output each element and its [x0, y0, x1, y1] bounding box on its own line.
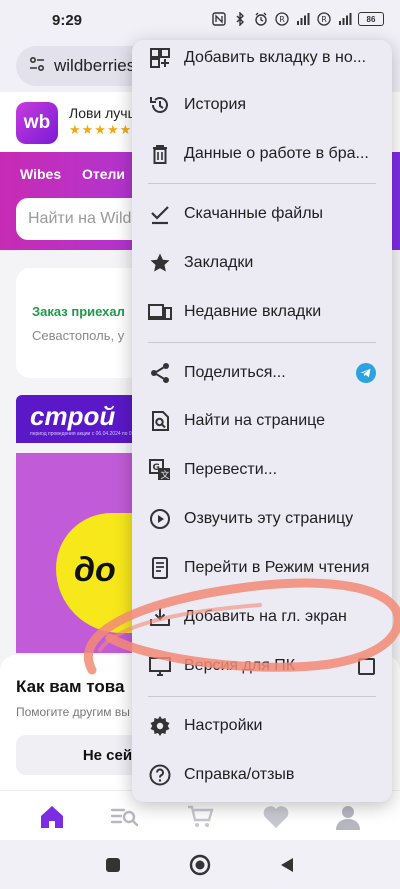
gear-icon — [148, 714, 172, 738]
nav-link-hotels[interactable]: Отели — [82, 166, 125, 182]
history-icon — [148, 93, 172, 117]
devices-icon — [148, 300, 172, 324]
nfc-icon — [211, 11, 227, 27]
menu-label-translate: Перевести... — [184, 461, 278, 478]
menu-item-bookmarks[interactable]: Закладки — [132, 239, 392, 287]
menu-item-reader-mode[interactable]: Перейти в Режим чтения — [132, 544, 392, 592]
heart-icon[interactable] — [262, 803, 290, 831]
promo-word-2: до — [74, 551, 116, 589]
status-time: 9:29 — [52, 12, 83, 29]
add-tab-icon — [148, 46, 172, 70]
download-check-icon — [148, 202, 172, 226]
menu-label-add-home: Добавить на гл. экран — [184, 608, 347, 625]
menu-item-clear-data[interactable]: Данные о работе в бра... — [132, 130, 392, 178]
menu-item-downloads[interactable]: Скачанные файлы — [132, 190, 392, 238]
registered-icon: R — [274, 11, 290, 27]
menu-label-clear-data: Данные о работе в бра... — [184, 145, 369, 162]
menu-item-add-tab[interactable]: Добавить вкладку в но... — [132, 40, 392, 82]
url-text: wildberries. — [54, 56, 140, 75]
home-button-icon[interactable] — [189, 854, 211, 876]
browser-overflow-menu: Добавить вкладку в но... История Данные … — [132, 40, 392, 802]
menu-label-history: История — [184, 96, 247, 113]
menu-label-add-tab: Добавить вкладку в но... — [184, 49, 367, 66]
menu-item-settings[interactable]: Настройки — [132, 702, 392, 750]
menu-item-help[interactable]: Справка/отзыв — [132, 751, 392, 799]
trash-icon — [148, 142, 172, 166]
menu-label-help: Справка/отзыв — [184, 766, 295, 783]
telegram-icon[interactable] — [356, 363, 376, 383]
profile-icon[interactable] — [334, 803, 362, 831]
order-subtitle: Севастополь, у — [32, 328, 125, 343]
menu-label-recent-tabs: Недавние вкладки — [184, 303, 322, 320]
back-button-icon[interactable] — [276, 854, 298, 876]
menu-divider — [148, 342, 376, 343]
menu-divider — [148, 183, 376, 184]
alarm-icon — [253, 11, 269, 27]
menu-item-find[interactable]: Найти на странице — [132, 397, 392, 445]
menu-label-bookmarks: Закладки — [184, 254, 254, 271]
share-icon — [148, 361, 172, 385]
menu-item-recent-tabs[interactable]: Недавние вкладки — [132, 288, 392, 336]
monitor-icon — [148, 654, 172, 678]
recents-button-icon[interactable] — [102, 854, 124, 876]
svg-text:R: R — [321, 15, 327, 24]
system-nav-bar — [0, 840, 400, 889]
translate-icon: G文 — [148, 458, 172, 482]
menu-label-read-aloud: Озвучить эту страницу — [184, 510, 354, 527]
bluetooth-icon — [232, 11, 248, 27]
menu-divider — [148, 696, 376, 697]
desktop-checkbox[interactable] — [356, 656, 376, 676]
menu-label-settings: Настройки — [184, 717, 263, 734]
status-icons: R R 86 — [211, 11, 384, 27]
find-in-page-icon — [148, 409, 172, 433]
menu-item-read-aloud[interactable]: Озвучить эту страницу — [132, 495, 392, 543]
signal-icon — [295, 11, 311, 27]
svg-text:R: R — [279, 15, 285, 24]
rate-subtitle: Помогите другим вы — [16, 705, 130, 719]
order-title: Заказ приехал — [32, 304, 125, 319]
menu-label-reader-mode: Перейти в Режим чтения — [184, 559, 370, 576]
nav-link-wibes[interactable]: Wibes — [20, 166, 61, 182]
signal-4g-icon — [337, 11, 353, 27]
menu-item-desktop[interactable]: Версия для ПК — [132, 642, 392, 690]
battery-icon: 86 — [358, 12, 384, 26]
menu-item-add-home[interactable]: Добавить на гл. экран — [132, 593, 392, 641]
play-circle-icon — [148, 507, 172, 531]
menu-label-find: Найти на странице — [184, 412, 326, 429]
menu-item-translate[interactable]: G文 Перевести... — [132, 446, 392, 494]
help-icon — [148, 763, 172, 787]
menu-label-share: Поделиться... — [184, 364, 286, 381]
menu-item-history[interactable]: История — [132, 81, 392, 129]
rating-stars: ★★★★★ — [69, 122, 133, 137]
catalog-search-icon[interactable] — [110, 803, 138, 831]
promo-word: строй — [30, 401, 116, 431]
registered-icon: R — [316, 11, 332, 27]
star-icon — [148, 251, 172, 275]
status-bar: 9:29 R R 86 — [0, 0, 400, 40]
svg-text:文: 文 — [161, 469, 170, 481]
wb-logo[interactable]: wb — [16, 102, 58, 144]
menu-label-desktop: Версия для ПК — [184, 657, 296, 674]
menu-item-share[interactable]: Поделиться... — [132, 349, 392, 397]
cart-icon[interactable] — [186, 803, 214, 831]
home-icon[interactable] — [38, 803, 66, 831]
rate-title: Как вам това — [16, 677, 125, 696]
reader-mode-icon — [148, 556, 172, 580]
banner-title: Лови лучш — [69, 105, 139, 121]
menu-label-downloads: Скачанные файлы — [184, 205, 324, 222]
add-to-home-icon — [148, 605, 172, 629]
site-settings-icon[interactable] — [28, 55, 46, 78]
